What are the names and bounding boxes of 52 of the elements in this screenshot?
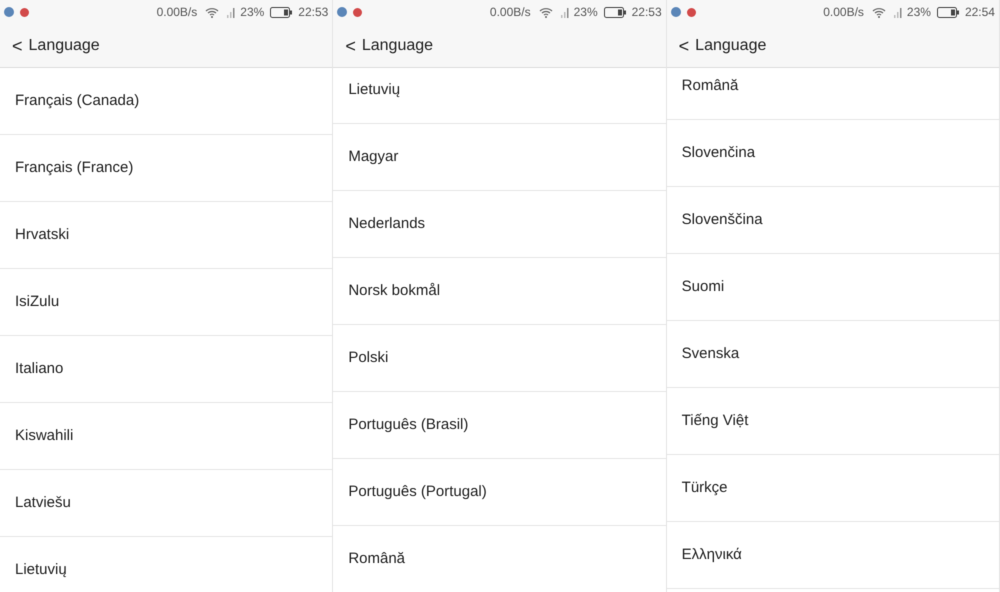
back-button[interactable]: <: [345, 36, 356, 54]
wifi-icon: [872, 6, 886, 18]
language-item[interactable]: Hrvatski: [0, 202, 332, 269]
page-title: Language: [28, 36, 100, 56]
signal-icon: [894, 6, 903, 18]
battery-percent: 23%: [574, 4, 598, 21]
language-item[interactable]: Slovenščina: [666, 187, 999, 254]
wifi-icon: [205, 6, 220, 18]
language-item[interactable]: Italiano: [0, 336, 332, 403]
notification-icon: [353, 8, 362, 16]
battery-icon: [604, 6, 626, 18]
language-item[interactable]: Română: [333, 526, 666, 592]
clock: 22:53: [632, 4, 662, 21]
language-item[interactable]: Slovenčina: [666, 120, 999, 187]
language-item[interactable]: Français (Canada): [0, 68, 332, 135]
language-item[interactable]: Norsk bokmål: [333, 258, 666, 325]
language-item[interactable]: IsiZulu: [0, 269, 332, 336]
signal-icon: [560, 6, 570, 18]
signal-icon: [227, 6, 236, 18]
clock: 22:53: [298, 4, 328, 21]
notification-icon: [686, 8, 696, 16]
language-item[interactable]: Svenska: [666, 321, 999, 388]
clock: 22:54: [964, 4, 995, 21]
notification-icon: [670, 7, 681, 17]
page-title: Language: [362, 36, 434, 56]
language-item[interactable]: Türkçe: [666, 455, 999, 522]
language-item[interactable]: Kiswahili: [0, 403, 332, 470]
language-item[interactable]: Português (Brasil): [333, 392, 666, 459]
language-item[interactable]: Magyar: [333, 124, 666, 191]
network-speed: 0.00B/s: [156, 4, 198, 21]
back-button[interactable]: <: [678, 36, 690, 54]
language-item[interactable]: Latviešu: [0, 470, 332, 537]
page-title: Language: [695, 36, 766, 56]
language-item[interactable]: Lietuvių: [0, 537, 332, 592]
wifi-icon: [538, 6, 553, 18]
battery-icon: [936, 6, 959, 18]
language-item[interactable]: Polski: [333, 325, 666, 392]
network-speed: 0.00B/s: [823, 4, 864, 21]
language-item[interactable]: Nederlands: [333, 191, 666, 258]
battery-percent: 23%: [240, 4, 264, 21]
language-item[interactable]: Tiếng Việt: [666, 388, 999, 455]
language-item[interactable]: Français (France): [0, 135, 332, 202]
notification-icon: [337, 7, 348, 17]
battery-percent: 23%: [906, 4, 931, 21]
language-item[interactable]: Română: [666, 68, 999, 120]
back-button[interactable]: <: [12, 36, 23, 54]
language-item[interactable]: Ελληνικά: [666, 522, 999, 589]
network-speed: 0.00B/s: [490, 4, 531, 21]
battery-icon: [270, 6, 292, 18]
language-item[interactable]: Lietuvių: [333, 68, 666, 124]
language-item[interactable]: Português (Portugal): [333, 459, 666, 526]
language-item[interactable]: Suomi: [666, 254, 999, 321]
